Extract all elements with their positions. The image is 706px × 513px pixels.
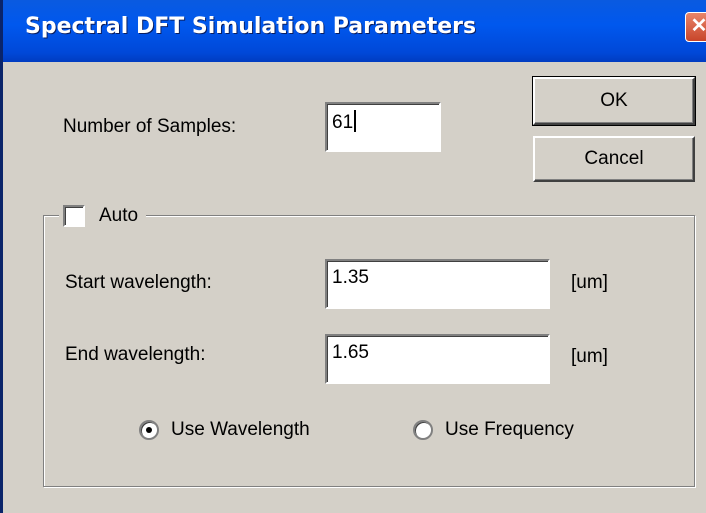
ok-button[interactable]: OK <box>532 76 696 126</box>
use-wavelength-radio[interactable] <box>139 420 159 440</box>
start-wavelength-value: 1.35 <box>332 267 369 288</box>
ok-button-label: OK <box>600 90 628 111</box>
samples-value: 61 <box>332 112 354 133</box>
start-wavelength-label: Start wavelength: <box>65 272 212 293</box>
cancel-button[interactable]: Cancel <box>533 136 695 182</box>
use-frequency-radio[interactable] <box>413 420 433 440</box>
end-wavelength-value: 1.65 <box>332 342 369 363</box>
title-bar[interactable]: Spectral DFT Simulation Parameters ✕ <box>3 0 706 62</box>
samples-label: Number of Samples: <box>63 116 237 137</box>
end-wavelength-label: End wavelength: <box>65 344 206 365</box>
use-frequency-option[interactable]: Use Frequency <box>413 419 574 441</box>
use-frequency-label: Use Frequency <box>445 419 574 440</box>
samples-input[interactable]: 61 <box>325 102 441 152</box>
end-wavelength-input[interactable]: 1.65 <box>325 334 550 384</box>
auto-checkbox[interactable] <box>63 205 85 227</box>
use-wavelength-option[interactable]: Use Wavelength <box>139 419 310 441</box>
use-wavelength-label: Use Wavelength <box>171 419 310 440</box>
window-title: Spectral DFT Simulation Parameters <box>25 14 477 39</box>
text-caret <box>354 110 357 132</box>
close-button[interactable]: ✕ <box>685 12 706 42</box>
auto-checkbox-label: Auto <box>99 205 139 226</box>
dialog-client-area: Number of Samples: 61 OK Cancel Auto Sta… <box>3 62 706 513</box>
dialog-window: Spectral DFT Simulation Parameters ✕ Num… <box>0 0 706 513</box>
end-wavelength-unit: [um] <box>571 346 608 367</box>
cancel-button-label: Cancel <box>584 148 644 169</box>
start-wavelength-input[interactable]: 1.35 <box>325 259 550 309</box>
close-icon: ✕ <box>690 15 706 37</box>
auto-legend[interactable]: Auto <box>59 202 147 230</box>
start-wavelength-unit: [um] <box>571 272 608 293</box>
